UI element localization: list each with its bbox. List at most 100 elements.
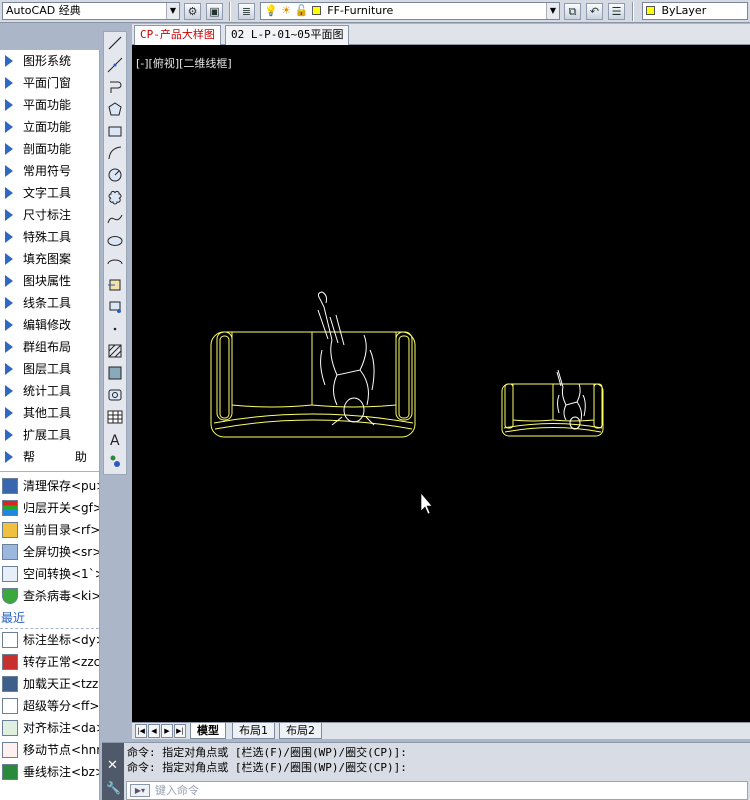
- chevron-down-icon: ▼: [166, 3, 179, 19]
- align-dimension-icon: [2, 720, 18, 736]
- divide-icon: [2, 698, 18, 714]
- recent-item-divide[interactable]: 超级等分<ff>: [0, 695, 99, 717]
- color-value: ByLayer: [661, 4, 707, 17]
- menu-item[interactable]: 其他工具: [0, 402, 99, 424]
- menu-item-help[interactable]: 帮 助: [0, 446, 99, 468]
- menu-item[interactable]: 群组布局: [0, 336, 99, 358]
- triangle-right-icon: [5, 55, 13, 67]
- tool-item-space-switch[interactable]: 空间转换<1`>: [0, 563, 99, 585]
- menu-item[interactable]: 编辑修改: [0, 314, 99, 336]
- add-selected-tool-icon[interactable]: [104, 450, 126, 472]
- color-swatch: [646, 6, 655, 15]
- recent-item-move-node[interactable]: 移动节点<hnn: [0, 739, 99, 761]
- menu-item[interactable]: 图块属性: [0, 270, 99, 292]
- recent-item-save-normal[interactable]: 转存正常<zzc: [0, 651, 99, 673]
- grid-icon: [2, 764, 18, 780]
- menu-item[interactable]: 尺寸标注: [0, 204, 99, 226]
- previous-tab-icon[interactable]: ◀: [148, 724, 160, 738]
- first-tab-icon[interactable]: |◀: [135, 724, 147, 738]
- doc-tab-floor-plan[interactable]: 02 L-P-01~05平面图: [225, 25, 350, 45]
- sofa-small-drawing[interactable]: [501, 383, 604, 437]
- recent-item-coordinate[interactable]: 标注坐标<dy>: [0, 629, 99, 651]
- triangle-right-icon: [5, 231, 13, 243]
- sofa-large-drawing[interactable]: [210, 331, 416, 438]
- command-prompt-icon[interactable]: ▶▾: [130, 784, 150, 797]
- load-plugin-icon: [2, 676, 18, 692]
- menu-item[interactable]: 平面功能: [0, 94, 99, 116]
- tool-item-antivirus[interactable]: 查杀病毒<ki>: [0, 585, 99, 607]
- close-icon[interactable]: ✕: [107, 758, 118, 773]
- triangle-right-icon: [5, 253, 13, 265]
- tool-item-fullscreen[interactable]: 全屏切换<sr>: [0, 541, 99, 563]
- menu-item[interactable]: 常用符号: [0, 160, 99, 182]
- menu-item[interactable]: 统计工具: [0, 380, 99, 402]
- menu-item[interactable]: 特殊工具: [0, 226, 99, 248]
- polygon-tool-icon[interactable]: [104, 98, 126, 120]
- triangle-right-icon: [5, 407, 13, 419]
- triangle-right-icon: [5, 77, 13, 89]
- menu-item[interactable]: 平面门窗: [0, 72, 99, 94]
- gear-icon[interactable]: ⚙: [184, 3, 201, 20]
- multiline-text-tool-icon[interactable]: A: [104, 428, 126, 450]
- tab-layout2[interactable]: 布局2: [279, 723, 322, 739]
- make-current-layer-icon[interactable]: ⧉: [564, 3, 581, 20]
- triangle-right-icon: [5, 209, 13, 221]
- recent-item-load-tianzheng[interactable]: 加载天正<tzz: [0, 673, 99, 695]
- arc-tool-icon[interactable]: [104, 142, 126, 164]
- table-tool-icon[interactable]: [104, 406, 126, 428]
- region-tool-icon[interactable]: [104, 384, 126, 406]
- drawing-viewport[interactable]: [-][俯视][二维线框]: [132, 45, 750, 722]
- circle-tool-icon[interactable]: [104, 164, 126, 186]
- menu-item[interactable]: 剖面功能: [0, 138, 99, 160]
- workspace-settings-icon[interactable]: ▣: [206, 3, 223, 20]
- layer-previous-icon[interactable]: ↶: [586, 3, 603, 20]
- workspace-dropdown[interactable]: AutoCAD 经典 ▼: [2, 2, 180, 20]
- doc-tab-product-detail[interactable]: CP-产品大样图: [134, 25, 221, 45]
- gradient-tool-icon[interactable]: [104, 362, 126, 384]
- next-tab-icon[interactable]: ▶: [161, 724, 173, 738]
- menu-item[interactable]: 图形系统: [0, 50, 99, 72]
- line-tool-icon[interactable]: [104, 32, 126, 54]
- recent-section-title: 最近: [0, 607, 99, 629]
- tool-item-current-dir[interactable]: 当前目录<rf>: [0, 519, 99, 541]
- command-input-box: ▶▾: [126, 781, 748, 800]
- ellipse-tool-icon[interactable]: [104, 230, 126, 252]
- layer-color-swatch: [311, 6, 321, 15]
- menu-item[interactable]: 扩展工具: [0, 424, 99, 446]
- polyline-tool-icon[interactable]: [104, 76, 126, 98]
- menu-item[interactable]: 文字工具: [0, 182, 99, 204]
- tianzheng-menu: 图形系统 平面门窗 平面功能 立面功能 剖面功能 常用符号 文字工具 尺寸标注 …: [0, 50, 99, 468]
- command-input[interactable]: [155, 783, 735, 798]
- color-dropdown[interactable]: ByLayer: [642, 2, 748, 20]
- tab-model[interactable]: 模型: [190, 723, 226, 739]
- rectangle-tool-icon[interactable]: [104, 120, 126, 142]
- menu-item[interactable]: 线条工具: [0, 292, 99, 314]
- command-window-sidebar: ✕ 🔧: [102, 743, 124, 800]
- recent-item-perp-dim[interactable]: 垂线标注<bz>: [0, 761, 99, 783]
- tool-item-layer-toggle[interactable]: 归层开关<gf>: [0, 497, 99, 519]
- construction-line-tool-icon[interactable]: [104, 54, 126, 76]
- recent-item-align-dim[interactable]: 对齐标注<da>: [0, 717, 99, 739]
- tool-item-purge-save[interactable]: 清理保存<pu>: [0, 475, 99, 497]
- workspace-value: AutoCAD 经典: [6, 4, 81, 17]
- make-block-tool-icon[interactable]: [104, 296, 126, 318]
- menu-item[interactable]: 填充图案: [0, 248, 99, 270]
- menu-item[interactable]: 图层工具: [0, 358, 99, 380]
- menu-item[interactable]: 立面功能: [0, 116, 99, 138]
- layer-state-icon[interactable]: ☰: [608, 3, 625, 20]
- layer-dropdown[interactable]: 💡 ☀ 🔓 FF-Furniture ▼: [260, 2, 560, 20]
- point-tool-icon[interactable]: [104, 318, 126, 340]
- ellipse-arc-tool-icon[interactable]: [104, 252, 126, 274]
- insert-block-tool-icon[interactable]: [104, 274, 126, 296]
- tab-layout1[interactable]: 布局1: [232, 723, 275, 739]
- last-tab-icon[interactable]: ▶|: [174, 724, 186, 738]
- revision-cloud-tool-icon[interactable]: [104, 186, 126, 208]
- left-menu-panel: 图形系统 平面门窗 平面功能 立面功能 剖面功能 常用符号 文字工具 尺寸标注 …: [0, 50, 100, 800]
- tools-list: 清理保存<pu> 归层开关<gf> 当前目录<rf> 全屏切换<sr> 空间转换…: [0, 475, 99, 607]
- move-node-icon: [2, 742, 18, 758]
- layer-properties-icon[interactable]: ≣: [238, 3, 255, 20]
- hatch-tool-icon[interactable]: [104, 340, 126, 362]
- layout-tab-bar: |◀ ◀ ▶ ▶| 模型 布局1 布局2: [132, 722, 750, 739]
- spline-tool-icon[interactable]: [104, 208, 126, 230]
- wrench-icon[interactable]: 🔧: [106, 781, 121, 795]
